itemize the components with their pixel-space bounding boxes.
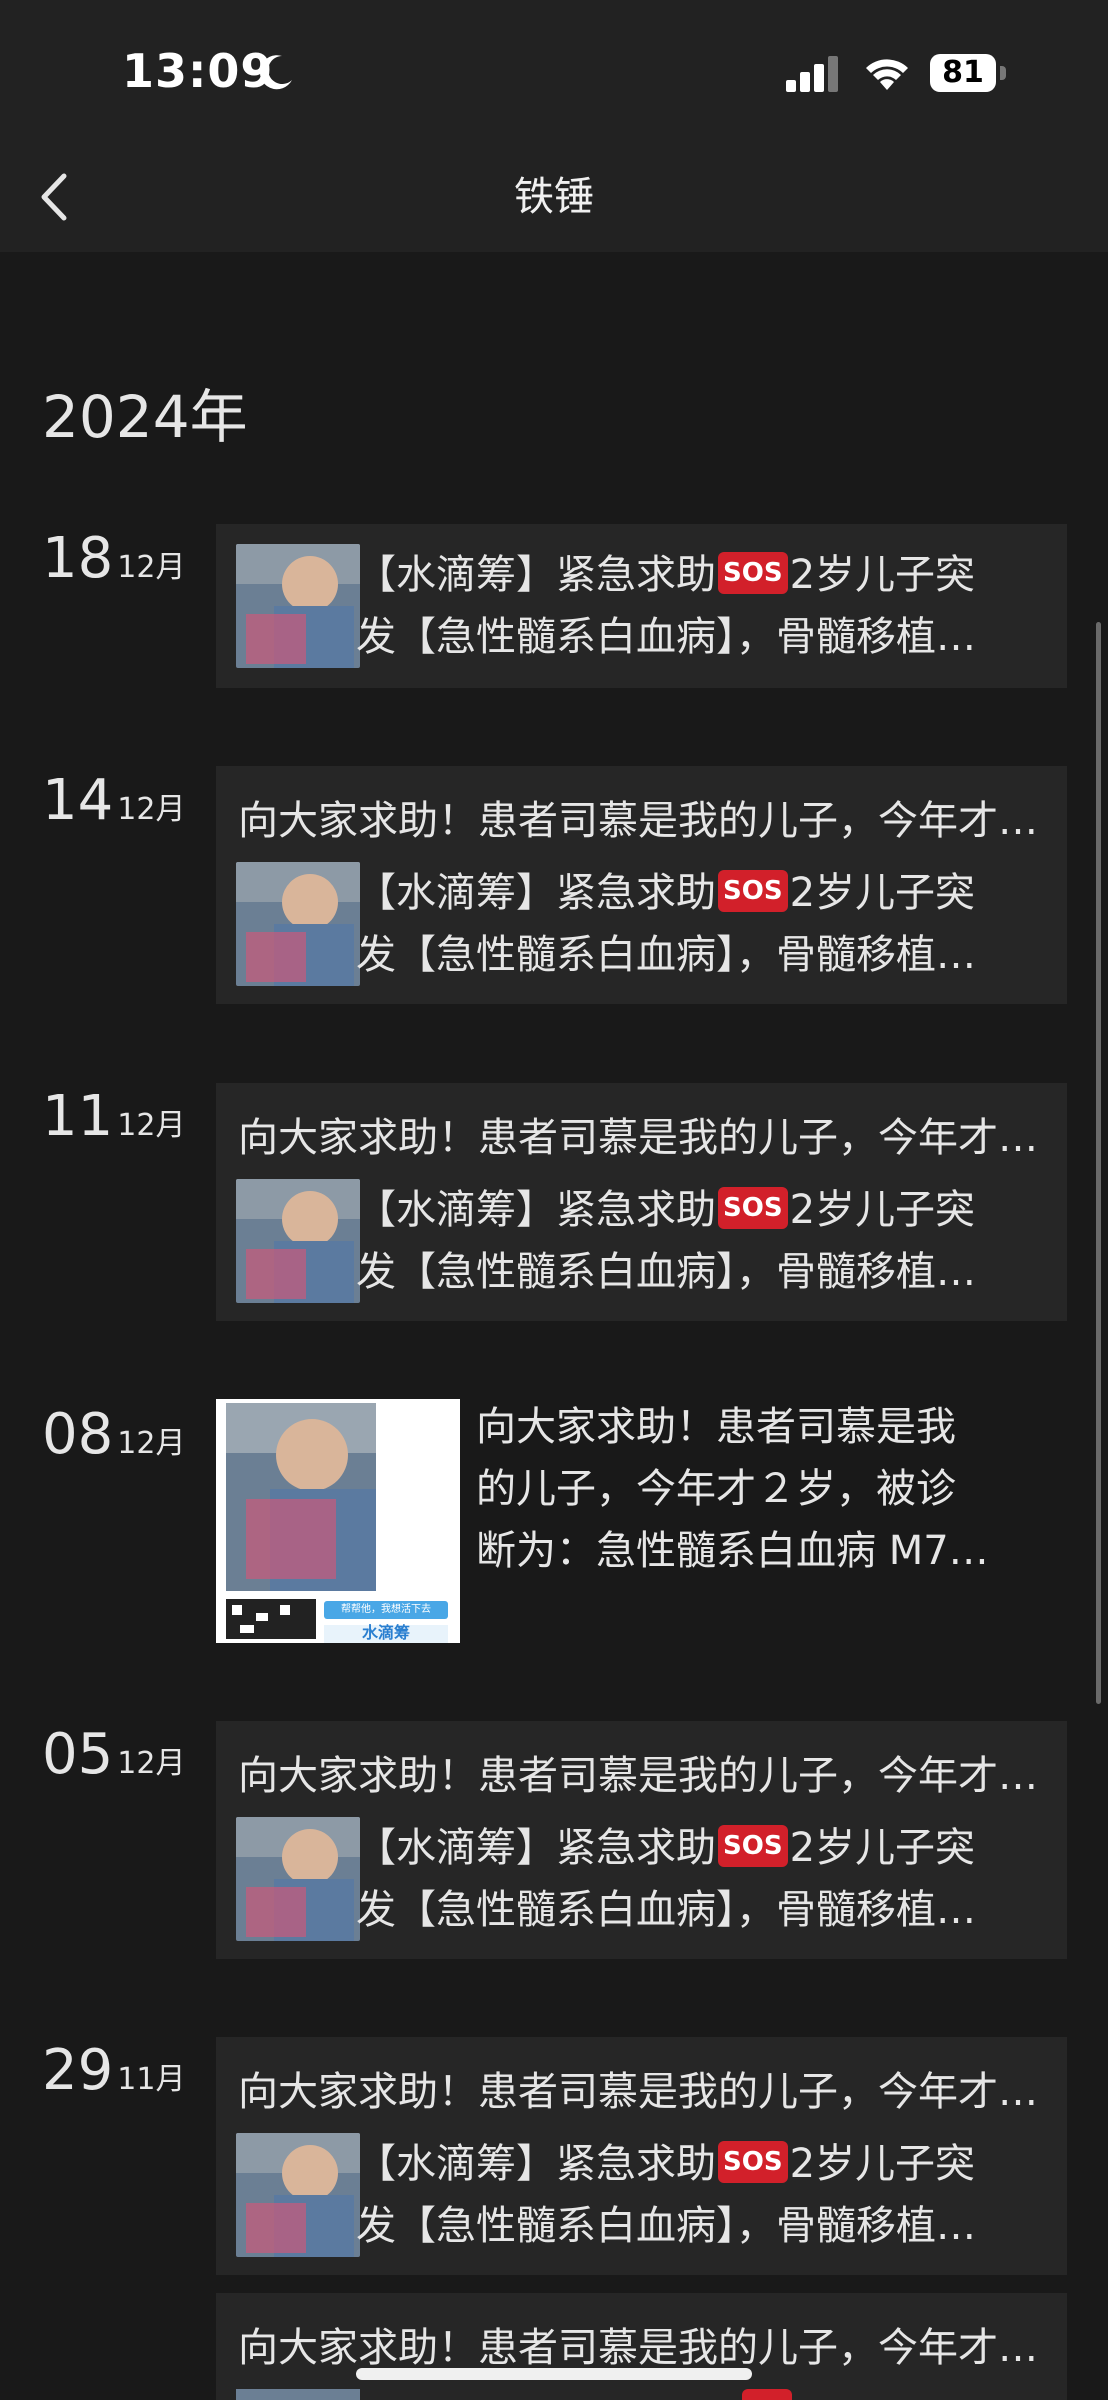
post-image[interactable]: 帮帮他，我想活下去 水滴筹 (216, 1399, 460, 1643)
date-day: 29 (42, 2038, 114, 2103)
date-day: 11 (42, 1084, 114, 1149)
sos-badge: SOS (718, 552, 788, 594)
year-label: 2024年 (42, 383, 248, 451)
date-month: 11月 (117, 2062, 186, 2097)
date-day: 14 (42, 768, 114, 833)
poster-brand-text: 水滴筹 (361, 1623, 410, 1642)
post-card[interactable]: 向大家求助！患者司慕是我的儿子，今年才2岁，被诊断为：急性髓系白血病M7… (216, 2293, 1067, 2400)
thumbnail-image (236, 1179, 360, 1303)
sos-badge: SOS (718, 1187, 788, 1229)
share-text: 【水滴筹】紧急求助 SOS 2岁儿子突 发【急性髓系白血病】，骨髓移植… (356, 552, 976, 660)
date-label: 11 12月 (42, 1084, 185, 1149)
home-indicator[interactable] (356, 2368, 752, 2380)
post-text: 向大家求助！患者司慕是我的儿子，今年才2岁，被诊断为：急性髓系白血病M7… (238, 1115, 1048, 1161)
sos-badge: SOS (718, 2141, 788, 2183)
nav-bar: 铁锤 (0, 140, 1108, 252)
battery-tip (1000, 66, 1006, 80)
sos-badge: SOS (718, 1825, 788, 1867)
post-text: 向大家求助！患者司慕是我的儿子，今年才2岁，被诊断为：急性髓系白血病M7… (238, 1753, 1048, 1799)
status-time: 13:09 (122, 44, 274, 98)
date-month: 12月 (117, 1108, 186, 1143)
post-card[interactable]: 向大家求助！患者司慕是我的儿子，今年才2岁，被诊断为：急性髓系白血病M7… 【水… (216, 2037, 1067, 2275)
page-title: 铁锤 (514, 174, 594, 220)
post-text: 向大家求助！患者司慕是我的儿子，今年才2岁，被诊断为：急性髓系白血病M7… (238, 798, 1048, 844)
date-label: 29 11月 (42, 2038, 185, 2103)
sos-badge (742, 2389, 792, 2400)
date-label: 18 12月 (42, 526, 185, 591)
date-label: 14 12月 (42, 768, 185, 833)
status-bar: 13:09 81 (0, 0, 1108, 140)
date-day: 08 (42, 1402, 114, 1467)
thumbnail-image (236, 2389, 360, 2400)
wifi-icon (866, 59, 908, 90)
thumbnail-image (236, 862, 360, 986)
image-post-text: 向大家求助！患者司慕是我 的儿子，今年才２岁，被诊 断为：急性髓系白血病 M7… (476, 1404, 989, 1574)
date-label: 05 12月 (42, 1722, 185, 1787)
thumbnail-image (236, 1817, 360, 1941)
thumbnail-image (236, 544, 360, 668)
scrollbar[interactable] (1096, 622, 1101, 1704)
signal-icon (786, 56, 838, 92)
date-day: 05 (42, 1722, 114, 1787)
thumbnail-image (236, 2133, 360, 2257)
battery-level: 81 (930, 54, 996, 92)
sos-badge: SOS (718, 870, 788, 912)
share-card[interactable]: 【水滴筹】紧急求助 SOS 2岁儿子突 发【急性髓系白血病】，骨髓移植… (216, 524, 1067, 688)
post-card[interactable]: 向大家求助！患者司慕是我的儿子，今年才2岁，被诊断为：急性髓系白血病M7… 【水… (216, 1083, 1067, 1321)
date-month: 12月 (117, 1426, 186, 1461)
date-month: 12月 (117, 550, 186, 585)
post-text: 向大家求助！患者司慕是我的儿子，今年才2岁，被诊断为：急性髓系白血病M7… (238, 2069, 1048, 2115)
post-card[interactable]: 向大家求助！患者司慕是我的儿子，今年才2岁，被诊断为：急性髓系白血病M7… 【水… (216, 1721, 1067, 1959)
date-label: 08 12月 (42, 1402, 185, 1467)
share-text: 【水滴筹】紧急求助 SOS 2岁儿子突 发【急性髓系白血病】，骨髓移植… (356, 870, 976, 978)
date-day: 18 (42, 526, 114, 591)
post-card[interactable]: 向大家求助！患者司慕是我的儿子，今年才2岁，被诊断为：急性髓系白血病M7… 【水… (216, 766, 1067, 1004)
share-text: 【水滴筹】紧急求助 SOS 2岁儿子突 发【急性髓系白血病】，骨髓移植… (356, 2141, 976, 2249)
date-month: 12月 (117, 1746, 186, 1781)
share-text: 【水滴筹】紧急求助 SOS 2岁儿子突 发【急性髓系白血病】，骨髓移植… (356, 1825, 976, 1933)
battery-indicator: 81 (930, 54, 1010, 94)
poster-button-text: 帮帮他，我想活下去 (341, 1604, 431, 1615)
date-month: 12月 (117, 792, 186, 827)
post-text: 向大家求助！患者司慕是我的儿子，今年才2岁，被诊断为：急性髓系白血病M7… (238, 2325, 1048, 2371)
moon-icon (259, 55, 292, 90)
share-text: 【水滴筹】紧急求助 SOS 2岁儿子突 发【急性髓系白血病】，骨髓移植… (356, 1187, 976, 1295)
